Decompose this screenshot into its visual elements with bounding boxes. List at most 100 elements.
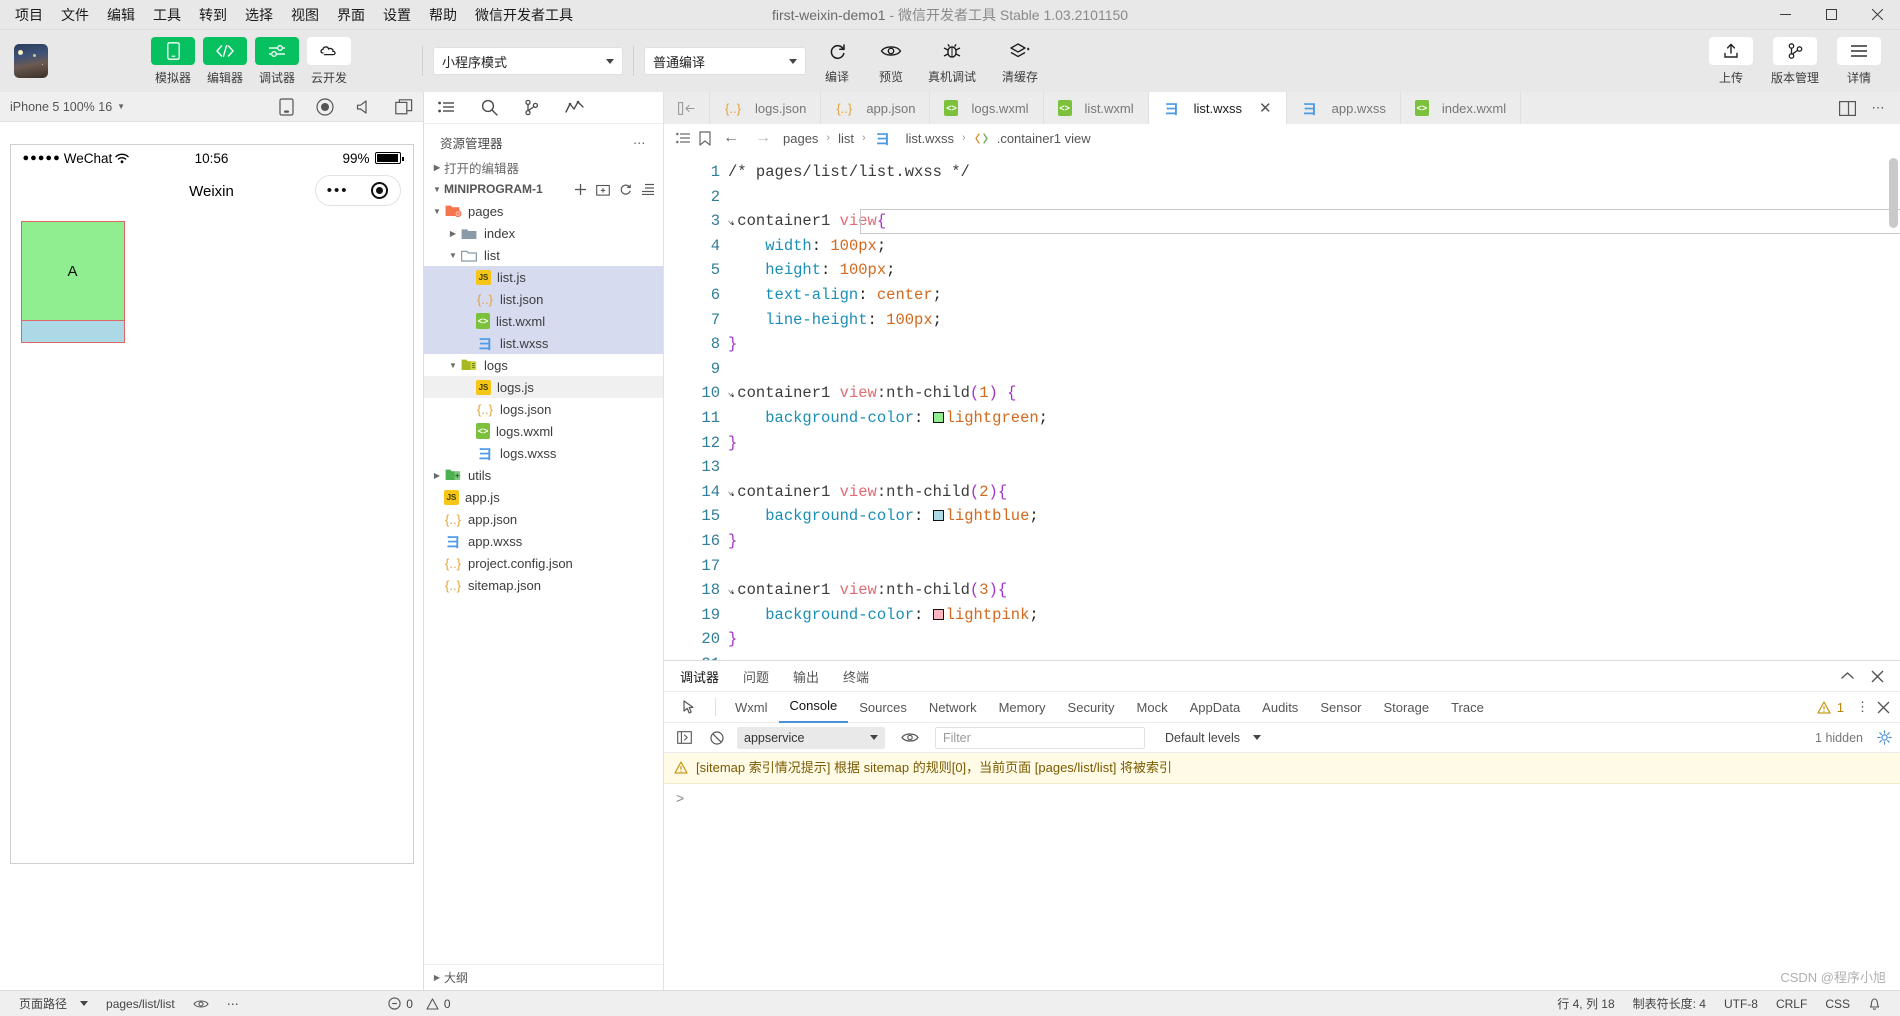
close-icon[interactable] — [1871, 670, 1884, 683]
code-line[interactable] — [728, 357, 1900, 382]
window-icon[interactable] — [395, 98, 413, 115]
code-line[interactable]: } — [728, 431, 1900, 456]
devtools-tab-appdata[interactable]: AppData — [1179, 700, 1252, 715]
status-encoding[interactable]: UTF-8 — [1715, 997, 1767, 1011]
new-file-icon[interactable] — [574, 183, 587, 196]
toggle-debugger-button[interactable]: 调试器 — [254, 36, 300, 86]
code-line[interactable]: /* pages/list/list.wxss */ — [728, 160, 1900, 185]
code-content[interactable]: /* pages/list/list.wxss */ .container1 v… — [728, 152, 1900, 660]
tree-item[interactable]: ▶JSapp.js — [424, 486, 663, 508]
explorer-more-icon[interactable]: ⋯ — [633, 135, 647, 150]
eye-icon[interactable] — [893, 731, 927, 744]
console-input-prompt[interactable]: > — [664, 784, 1900, 812]
menu-item-project[interactable]: 项目 — [6, 2, 52, 28]
status-language[interactable]: CSS — [1816, 997, 1859, 1011]
code-line[interactable] — [728, 185, 1900, 210]
fold-toggle-icon[interactable]: ⌄ — [727, 209, 734, 234]
navbar-capsule[interactable]: ••• — [314, 175, 401, 206]
status-page-path-label[interactable]: 页面路径 — [10, 995, 97, 1012]
more-dots-icon[interactable]: ••• — [327, 182, 349, 199]
tree-item[interactable]: ▼ logs — [424, 354, 663, 376]
tree-item[interactable]: ▼ list — [424, 244, 663, 266]
context-select[interactable]: appservice — [737, 726, 885, 749]
explorer-outline-section[interactable]: ▶ 大纲 — [424, 964, 663, 990]
tree-item[interactable]: ▶{..}app.json — [424, 508, 663, 530]
menu-item-devtools[interactable]: 微信开发者工具 — [466, 2, 582, 28]
log-levels-select[interactable]: Default levels — [1165, 731, 1262, 745]
console-filter-input[interactable]: Filter — [935, 726, 1145, 749]
warning-count-group[interactable]: 1 ⋮ — [1817, 699, 1890, 715]
chevron-up-icon[interactable] — [1840, 671, 1855, 681]
chevron-down-icon[interactable]: ▼ — [430, 207, 444, 216]
fold-toggle-icon[interactable]: ⌄ — [727, 381, 734, 406]
tree-item[interactable]: ▶ヨlogs.wxss — [424, 442, 663, 464]
kebab-icon[interactable]: ⋮ — [1856, 699, 1869, 715]
code-line[interactable]: line-height: 100px; — [728, 308, 1900, 333]
editor-tab[interactable]: <> list.wxml — [1043, 92, 1149, 124]
devtools-tab-trace[interactable]: Trace — [1440, 700, 1495, 715]
menu-item-tools[interactable]: 工具 — [144, 2, 190, 28]
devtools-tab-storage[interactable]: Storage — [1373, 700, 1441, 715]
target-icon[interactable] — [371, 182, 389, 199]
editor-scrollbar[interactable] — [1889, 158, 1898, 228]
tree-item[interactable]: ▼ pages — [424, 200, 663, 222]
editor-tab[interactable]: {..} logs.json — [710, 92, 822, 124]
devtools-tab-memory[interactable]: Memory — [988, 700, 1057, 715]
devtools-tab-console[interactable]: Console — [778, 691, 849, 723]
nav-back-button[interactable]: ← — [719, 129, 743, 147]
code-line[interactable]: .container1 view:nth-child(2){ — [728, 480, 1900, 505]
collapse-all-icon[interactable] — [641, 183, 655, 196]
tab-debugger[interactable]: 调试器 — [680, 667, 719, 686]
tab-output[interactable]: 输出 — [793, 667, 819, 686]
devtools-tab-security[interactable]: Security — [1057, 700, 1126, 715]
code-line[interactable]: width: 100px; — [728, 234, 1900, 259]
tab-overflow-indicator[interactable] — [664, 92, 710, 124]
status-problems[interactable]: 0 0 — [379, 997, 459, 1011]
menu-item-ui[interactable]: 界面 — [328, 2, 374, 28]
compile-button[interactable]: 编译 — [812, 37, 862, 85]
outline-icon[interactable] — [676, 132, 691, 145]
devtools-tab-wxml[interactable]: Wxml — [724, 700, 779, 715]
new-folder-icon[interactable] — [596, 183, 610, 196]
toggle-editor-button[interactable]: 编辑器 — [202, 36, 248, 86]
menu-item-settings[interactable]: 设置 — [374, 2, 420, 28]
menu-item-goto[interactable]: 转到 — [190, 2, 236, 28]
version-control-button[interactable]: 版本管理 — [1762, 36, 1828, 86]
tree-item[interactable]: ▶{..}sitemap.json — [424, 574, 663, 596]
breadcrumb-item-list[interactable]: list — [838, 131, 854, 146]
inspect-icon[interactable] — [674, 699, 707, 715]
tree-item[interactable]: ▶ utils — [424, 464, 663, 486]
chevron-right-icon[interactable]: ▶ — [430, 471, 444, 480]
code-line[interactable]: .container1 view{ — [728, 209, 1900, 234]
code-line[interactable] — [728, 455, 1900, 480]
code-line[interactable]: background-color: lightblue; — [728, 504, 1900, 529]
fold-toggle-icon[interactable]: ⌄ — [727, 480, 734, 505]
upload-button[interactable]: 上传 — [1704, 36, 1758, 86]
files-icon[interactable] — [438, 100, 455, 115]
breadcrumb-item-pages[interactable]: pages — [783, 131, 818, 146]
editor-tab[interactable]: {..} app.json — [821, 92, 931, 124]
devtools-tab-sources[interactable]: Sources — [848, 700, 918, 715]
tree-item[interactable]: ▶<>list.wxml — [424, 310, 663, 332]
real-device-debug-button[interactable]: 真机调试 — [920, 37, 984, 85]
code-line[interactable]: background-color: lightpink; — [728, 603, 1900, 628]
code-line[interactable] — [728, 652, 1900, 660]
editor-tab[interactable]: ヨ app.wxss — [1286, 92, 1401, 124]
tree-item[interactable]: ▶ index — [424, 222, 663, 244]
block-icon[interactable] — [705, 730, 729, 745]
preview-button[interactable]: 预览 — [866, 37, 916, 85]
code-line[interactable]: } — [728, 627, 1900, 652]
tree-item[interactable]: ▶ヨapp.wxss — [424, 530, 663, 552]
menu-item-file[interactable]: 文件 — [52, 2, 98, 28]
source-control-icon[interactable] — [524, 99, 539, 116]
code-line[interactable] — [728, 554, 1900, 579]
devtools-tab-audits[interactable]: Audits — [1251, 700, 1309, 715]
nav-forward-button[interactable]: → — [751, 129, 775, 147]
status-eol[interactable]: CRLF — [1767, 997, 1816, 1011]
bell-icon[interactable] — [1859, 997, 1890, 1011]
clear-cache-button[interactable]: 清缓存 — [988, 37, 1052, 85]
phone-frame[interactable]: ●●●●● WeChat 10:56 99% Weixin ••• A — [9, 144, 414, 864]
status-cursor-position[interactable]: 行 4, 列 18 — [1548, 995, 1623, 1012]
explorer-section-project[interactable]: ▼ MINIPROGRAM-1 — [424, 178, 663, 200]
code-line[interactable]: } — [728, 332, 1900, 357]
